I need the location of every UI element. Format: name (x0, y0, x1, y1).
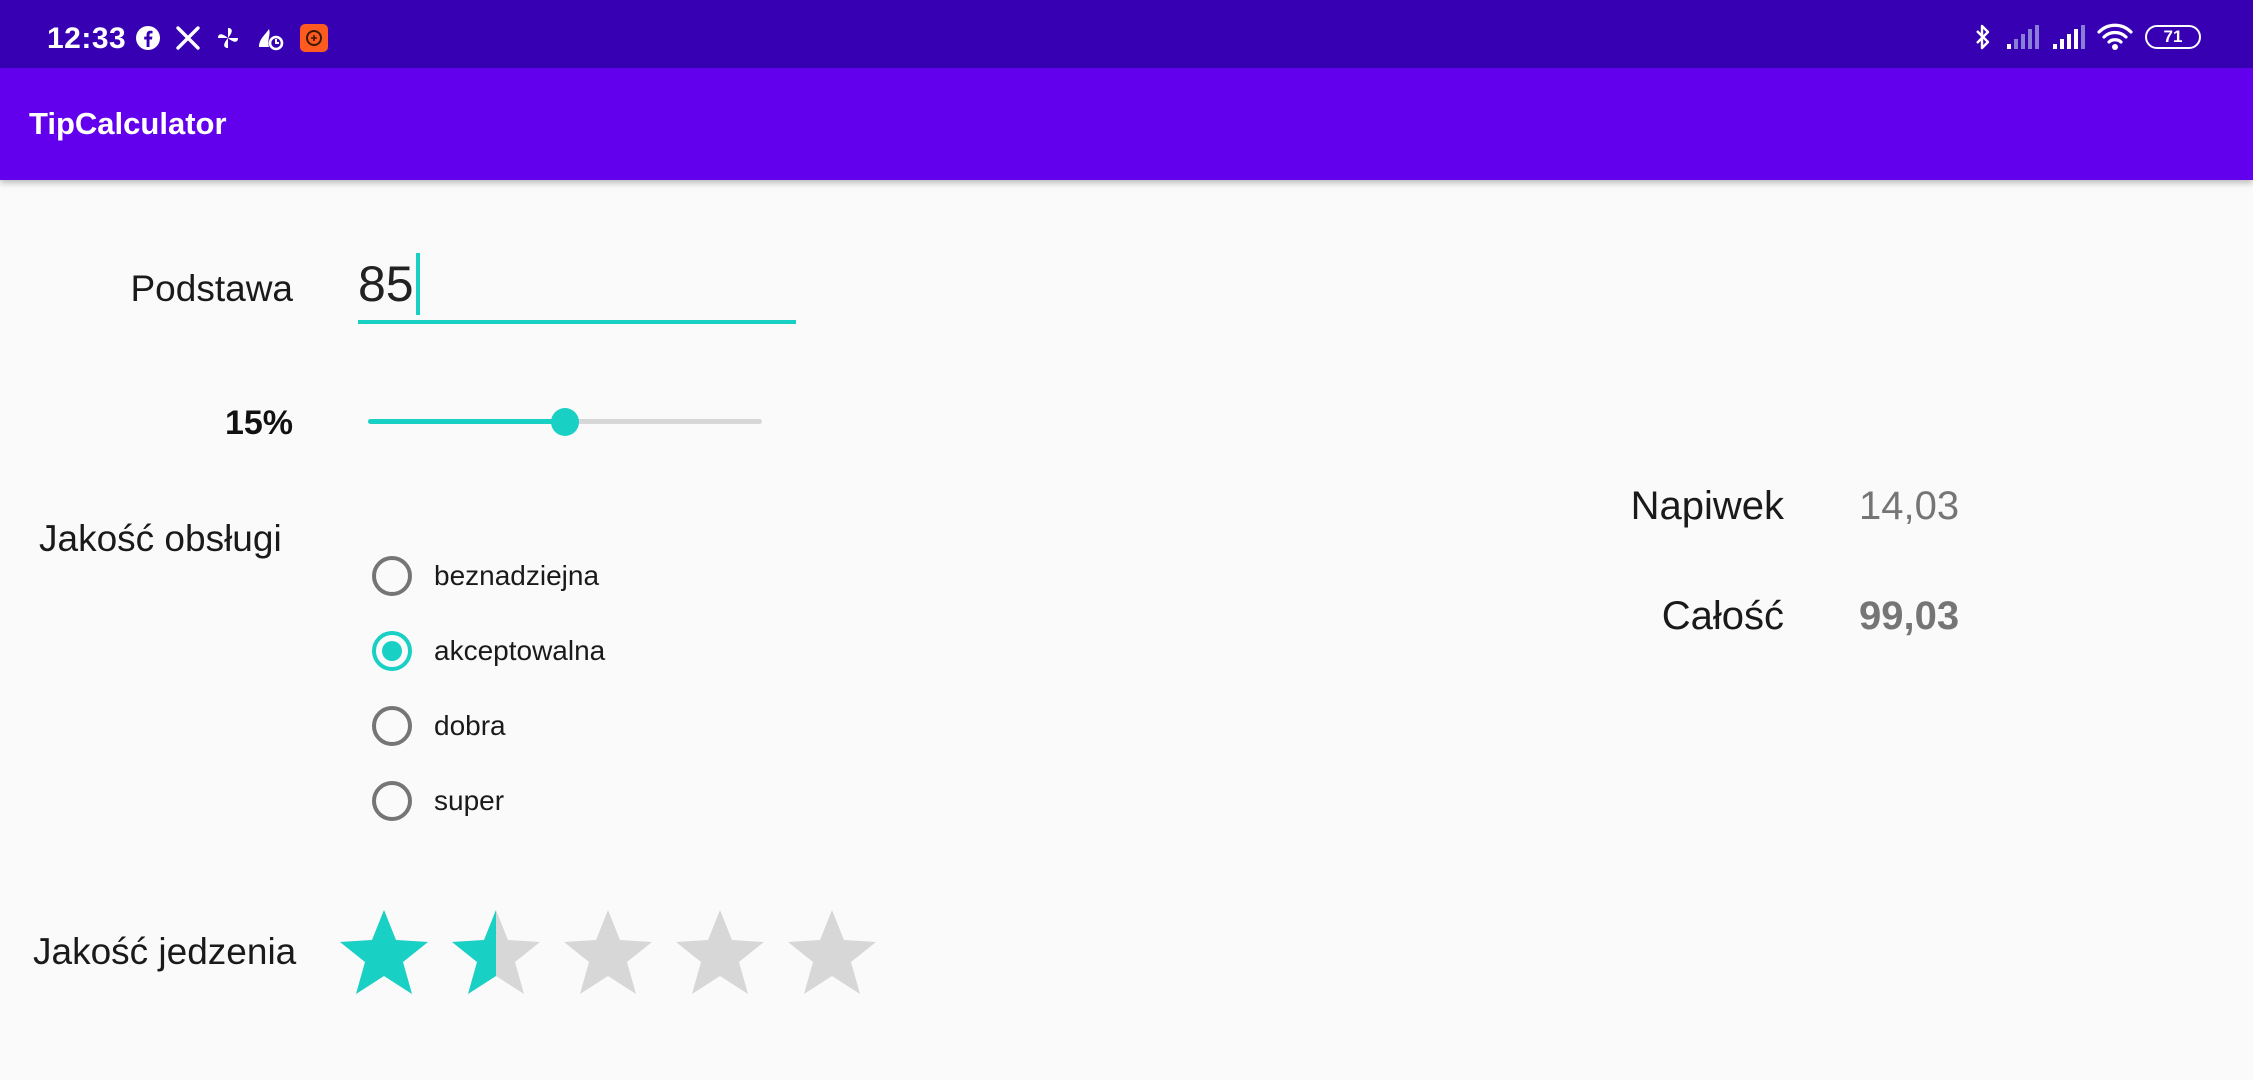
service-quality-radio-group: beznadziejna akceptowalna dobra super (372, 538, 605, 838)
total-value: 99,03 (1859, 594, 1960, 638)
radio-button[interactable] (372, 630, 412, 671)
service-quality-label: Jakość obsługi (39, 518, 282, 559)
star-icon[interactable] (336, 904, 432, 1000)
notification-icons (135, 23, 329, 53)
app-badge-icon (300, 24, 328, 52)
base-amount-value: 85 (358, 256, 414, 312)
wifi-icon (2097, 23, 2133, 50)
radio-label: akceptowalna (434, 634, 606, 666)
battery-icon: 71 (2145, 25, 2201, 49)
radio-button[interactable] (372, 780, 412, 821)
tip-value: 14,03 (1859, 484, 1960, 528)
facebook-icon (136, 26, 160, 50)
total-label: Całość (1661, 594, 1784, 638)
slider-fill (368, 419, 565, 424)
text-caret (415, 252, 420, 315)
app-title: TipCalculator (29, 106, 227, 141)
base-label: Podstawa (130, 268, 294, 309)
tip-label: Napiwek (1630, 484, 1784, 528)
star-icon[interactable] (560, 904, 656, 1000)
radio-option-beznadziejna[interactable]: beznadziejna (372, 538, 605, 613)
pinwheel-icon (218, 28, 238, 48)
signal-icon (2053, 25, 2085, 49)
radio-button[interactable] (372, 705, 412, 746)
signal-icon (2007, 25, 2039, 49)
food-quality-label: Jakość jedzenia (33, 931, 297, 972)
food-quality-rating-bar[interactable] (336, 904, 880, 1000)
radio-label: super (434, 784, 505, 816)
tip-percent-slider[interactable] (368, 408, 762, 436)
app-icon (259, 29, 284, 51)
radio-button[interactable] (372, 555, 412, 596)
system-icons: 71 (1973, 22, 2201, 52)
radio-label: dobra (434, 709, 506, 741)
star-icon[interactable] (784, 904, 880, 1000)
tip-percent-label: 15% (224, 404, 293, 442)
battery-level: 71 (2163, 27, 2183, 46)
radio-label: beznadziejna (434, 559, 600, 591)
slider-thumb[interactable] (551, 408, 579, 436)
app-bar: TipCalculator (0, 68, 2253, 180)
status-bar: 12:33 71 (0, 0, 2253, 68)
radio-option-super[interactable]: super (372, 763, 605, 838)
star-icon[interactable] (672, 904, 768, 1000)
radio-option-akceptowalna[interactable]: akceptowalna (372, 613, 605, 688)
star-icon[interactable] (448, 904, 544, 1000)
x-icon (176, 26, 200, 50)
base-amount-input[interactable]: 85 (358, 248, 796, 324)
status-time: 12:33 (47, 22, 127, 55)
bluetooth-icon (1976, 24, 1990, 50)
radio-option-dobra[interactable]: dobra (372, 688, 605, 763)
